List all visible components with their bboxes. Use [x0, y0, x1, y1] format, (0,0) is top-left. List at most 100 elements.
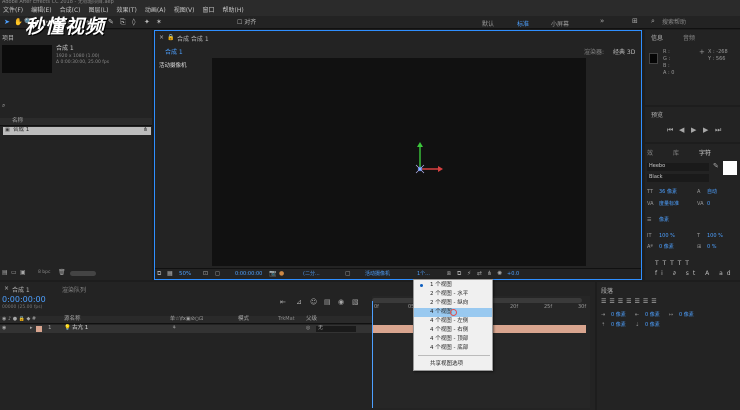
trkmat-header[interactable]: TrkMat [278, 317, 295, 322]
roi-icon[interactable]: ▢ [345, 271, 351, 277]
menu-item-4-views-left[interactable]: 4 个视图 - 左侧 [414, 317, 492, 326]
prev-frame-icon[interactable]: ◀ [679, 127, 684, 134]
layer-label-color[interactable] [36, 326, 42, 332]
composition-viewer[interactable] [212, 58, 586, 266]
menu-item-2-views-horizontal[interactable]: 2 个视图 - 水平 [414, 290, 492, 299]
roto-tool-icon[interactable]: ✦ [144, 18, 150, 26]
tracking-value[interactable]: 0 [707, 202, 710, 207]
new-folder-icon[interactable]: ▭ [11, 270, 17, 276]
indent-first-value[interactable]: 0 像素 [679, 313, 694, 318]
zoom-dropdown[interactable]: 50% [179, 271, 191, 278]
menu-8[interactable]: 帮助(H) [223, 6, 244, 16]
project-item[interactable]: ▣ 合成 1 ⋔ [3, 127, 151, 135]
maximize-icon[interactable]: ⊞ [632, 18, 638, 25]
indent-left-value[interactable]: 0 像素 [611, 313, 626, 318]
horizontal-scale-value[interactable]: 100 % [707, 234, 723, 239]
3d-view-icon[interactable]: ⧉ [457, 271, 461, 277]
camera-dropdown[interactable]: 活动摄像机 [365, 272, 390, 277]
paragraph-tab[interactable]: 段落 [601, 286, 613, 295]
parent-pickwhip-icon[interactable]: ◎ [306, 326, 310, 331]
layout-icon[interactable]: ⧈ [447, 271, 451, 277]
workspace-menu-icon[interactable]: » [600, 18, 604, 25]
grid-icon[interactable]: ▦ [167, 271, 173, 277]
layer-visibility-icon[interactable]: ◉ [2, 326, 6, 331]
baseline-shift-value[interactable]: 0 像素 [659, 245, 674, 250]
views-dropdown[interactable]: 1个... [417, 272, 430, 277]
leading-value[interactable]: 自动 [707, 190, 717, 195]
library-tab[interactable]: 库 [673, 148, 679, 157]
indent-right-value[interactable]: 0 像素 [645, 313, 660, 318]
flowchart-icon[interactable]: ⋔ [143, 127, 148, 133]
graph-editor-icon[interactable]: ▧ [352, 299, 359, 306]
timeline-timecode[interactable]: 0:00:00:00 [2, 296, 46, 304]
flowchart-view-icon[interactable]: ⋔ [487, 271, 492, 277]
character-tab[interactable]: 字符 [699, 148, 711, 157]
vertical-scale-value[interactable]: 100 % [659, 234, 675, 239]
text-format-buttons[interactable]: TTTTT [655, 261, 693, 267]
hand-tool-icon[interactable]: ✋ [14, 18, 23, 26]
exposure-value[interactable]: +0.0 [507, 272, 519, 277]
alignment-buttons[interactable]: ☰☰☰☰☰☰☰ [601, 299, 660, 305]
layer-row[interactable]: ◉ ▸ 1 💡 古亢 1 ⚘ ◎ 无 [0, 325, 372, 333]
timeline-close-icon[interactable]: × [4, 285, 9, 292]
menu-5[interactable]: 动画(A) [145, 6, 166, 16]
tsume-value[interactable]: 0 % [707, 245, 717, 250]
info-tab[interactable]: 信息 [651, 33, 663, 42]
menu-7[interactable]: 窗口 [202, 6, 214, 16]
menu-2[interactable]: 合成(C) [60, 6, 81, 16]
menu-item-4-views-top[interactable]: 4 个视图 - 顶部 [414, 335, 492, 344]
composition-panel-title[interactable]: 合成 合成 1 [177, 34, 209, 43]
brush-tool-icon[interactable]: ✎ [108, 18, 114, 26]
timeline-link-icon[interactable]: ⇄ [477, 271, 482, 277]
menu-6[interactable]: 视图(V) [174, 6, 195, 16]
parent-dropdown[interactable]: 无 [316, 326, 356, 332]
project-col-name[interactable]: 名称 [12, 118, 23, 125]
workspace-standard[interactable]: 标准 [517, 19, 529, 28]
search-help-input[interactable]: 搜索帮助 [662, 20, 686, 26]
motion-blur-icon[interactable]: ◉ [338, 299, 344, 306]
render-queue-tab[interactable]: 渲染队列 [62, 285, 86, 294]
font-family-dropdown[interactable]: Heebo [647, 163, 709, 171]
kerning-value[interactable]: 度量标准 [659, 202, 679, 207]
eraser-tool-icon[interactable]: ◊ [132, 18, 135, 26]
delete-icon[interactable]: 🗑 [58, 270, 66, 276]
text-ligature-buttons[interactable]: fi ∂ st A ad [655, 271, 735, 277]
menu-item-4-views-right[interactable]: 4 个视图 - 右侧 [414, 326, 492, 335]
source-name-header[interactable]: 源名称 [64, 316, 81, 323]
menu-1[interactable]: 编辑(E) [31, 6, 51, 16]
timeline-tab[interactable]: 合成 1 [12, 285, 30, 294]
resolution-dropdown[interactable]: (二分... [303, 272, 320, 277]
menu-item-4-views[interactable]: 4 个视图 [414, 308, 492, 317]
mode-header[interactable]: 模式 [238, 316, 249, 323]
always-preview-icon[interactable]: ⧉ [157, 271, 161, 277]
search-icon[interactable]: ⌕ [651, 18, 655, 25]
layer-name[interactable]: 古亢 1 [72, 325, 88, 332]
workspace-small-screen[interactable]: 小屏幕 [551, 19, 569, 28]
menu-item-share-view-options[interactable]: 共享视图选项 [414, 360, 492, 369]
menu-item-2-views-vertical[interactable]: 2 个视图 - 纵向 [414, 299, 492, 308]
puppet-tool-icon[interactable]: ✶ [156, 18, 162, 26]
comp-mini-flowchart-icon[interactable]: ⇤ [280, 299, 286, 306]
play-icon[interactable]: ▶ [691, 127, 696, 134]
3d-axis-gizmo[interactable] [212, 58, 586, 266]
selection-tool-icon[interactable]: ➤ [4, 18, 10, 26]
menu-item-4-views-bottom[interactable]: 4 个视图 - 底部 [414, 344, 492, 353]
region-icon[interactable]: ◻ [215, 271, 220, 277]
font-style-dropdown[interactable]: Black [647, 174, 709, 182]
last-frame-icon[interactable]: ⏭ [715, 127, 721, 134]
first-frame-icon[interactable]: ⏮ [667, 127, 673, 134]
comp-lock-icon[interactable]: 🔒 [167, 34, 174, 41]
exposure-reset-icon[interactable]: ✺ [497, 271, 502, 277]
shy-icon[interactable]: ☺ [310, 299, 317, 306]
show-channel-icon[interactable]: ● [279, 271, 284, 277]
snapshot-icon[interactable]: 📷 [269, 271, 276, 277]
stroke-width-value[interactable]: 像素 [659, 218, 669, 223]
layer-expand-icon[interactable]: ▸ [30, 326, 33, 331]
frame-blending-icon[interactable]: ▤ [324, 299, 331, 306]
menu-3[interactable]: 图层(L) [89, 6, 109, 16]
preview-tab[interactable]: 预览 [651, 110, 663, 119]
font-size-value[interactable]: 36 像素 [659, 190, 677, 195]
toggle-mask-icon[interactable]: ⊡ [203, 271, 208, 277]
fast-preview-icon[interactable]: ⚡ [467, 271, 471, 277]
renderer-value[interactable]: 经典 3D [613, 47, 635, 56]
